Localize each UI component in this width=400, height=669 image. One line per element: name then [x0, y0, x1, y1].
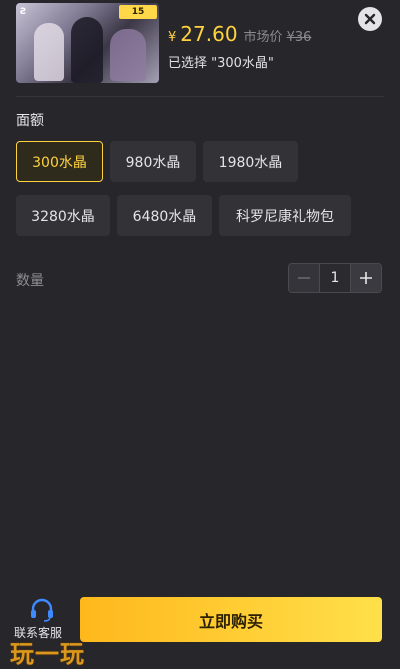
thumbnail-badge: 15 [119, 5, 157, 19]
option-gift-pack[interactable]: 科罗尼康礼物包 [219, 195, 351, 236]
currency-symbol: ¥ [168, 30, 177, 45]
product-thumbnail: Ƨ 15 [16, 3, 159, 83]
quantity-label: 数量 [16, 273, 44, 289]
current-price: 27.60 [180, 22, 238, 46]
thumbnail-figure-center [71, 17, 103, 83]
watermark: 玩一玩 [10, 640, 85, 668]
option-1980[interactable]: 1980水晶 [203, 141, 298, 182]
divider [16, 96, 384, 97]
option-300[interactable]: 300水晶 [16, 141, 103, 182]
product-header: Ƨ 15 ¥ 27.60 市场价 ¥36 已选择 "300水晶" [0, 0, 400, 96]
thumbnail-figure-right [110, 29, 146, 81]
headset-icon [31, 598, 53, 622]
option-980[interactable]: 980水晶 [110, 141, 196, 182]
plus-icon [360, 272, 372, 284]
market-price-label: 市场价 [243, 30, 283, 45]
quantity-stepper: 1 [288, 263, 382, 293]
buy-now-button[interactable]: 立即购买 [80, 597, 382, 642]
quantity-decrement-button[interactable] [289, 264, 319, 292]
quantity-value[interactable]: 1 [319, 264, 351, 292]
minus-icon [298, 277, 310, 279]
close-icon [364, 13, 376, 25]
option-3280[interactable]: 3280水晶 [16, 195, 110, 236]
market-price: ¥36 [286, 30, 312, 45]
price-row: ¥ 27.60 市场价 ¥36 [168, 22, 311, 46]
game-logo-icon: Ƨ [20, 7, 27, 17]
close-button[interactable] [358, 7, 382, 31]
thumbnail-figure-left [34, 23, 64, 81]
selected-option-text: 已选择 "300水晶" [168, 56, 274, 71]
quantity-increment-button[interactable] [351, 264, 381, 292]
denomination-label: 面额 [16, 113, 44, 129]
option-6480[interactable]: 6480水晶 [117, 195, 212, 236]
